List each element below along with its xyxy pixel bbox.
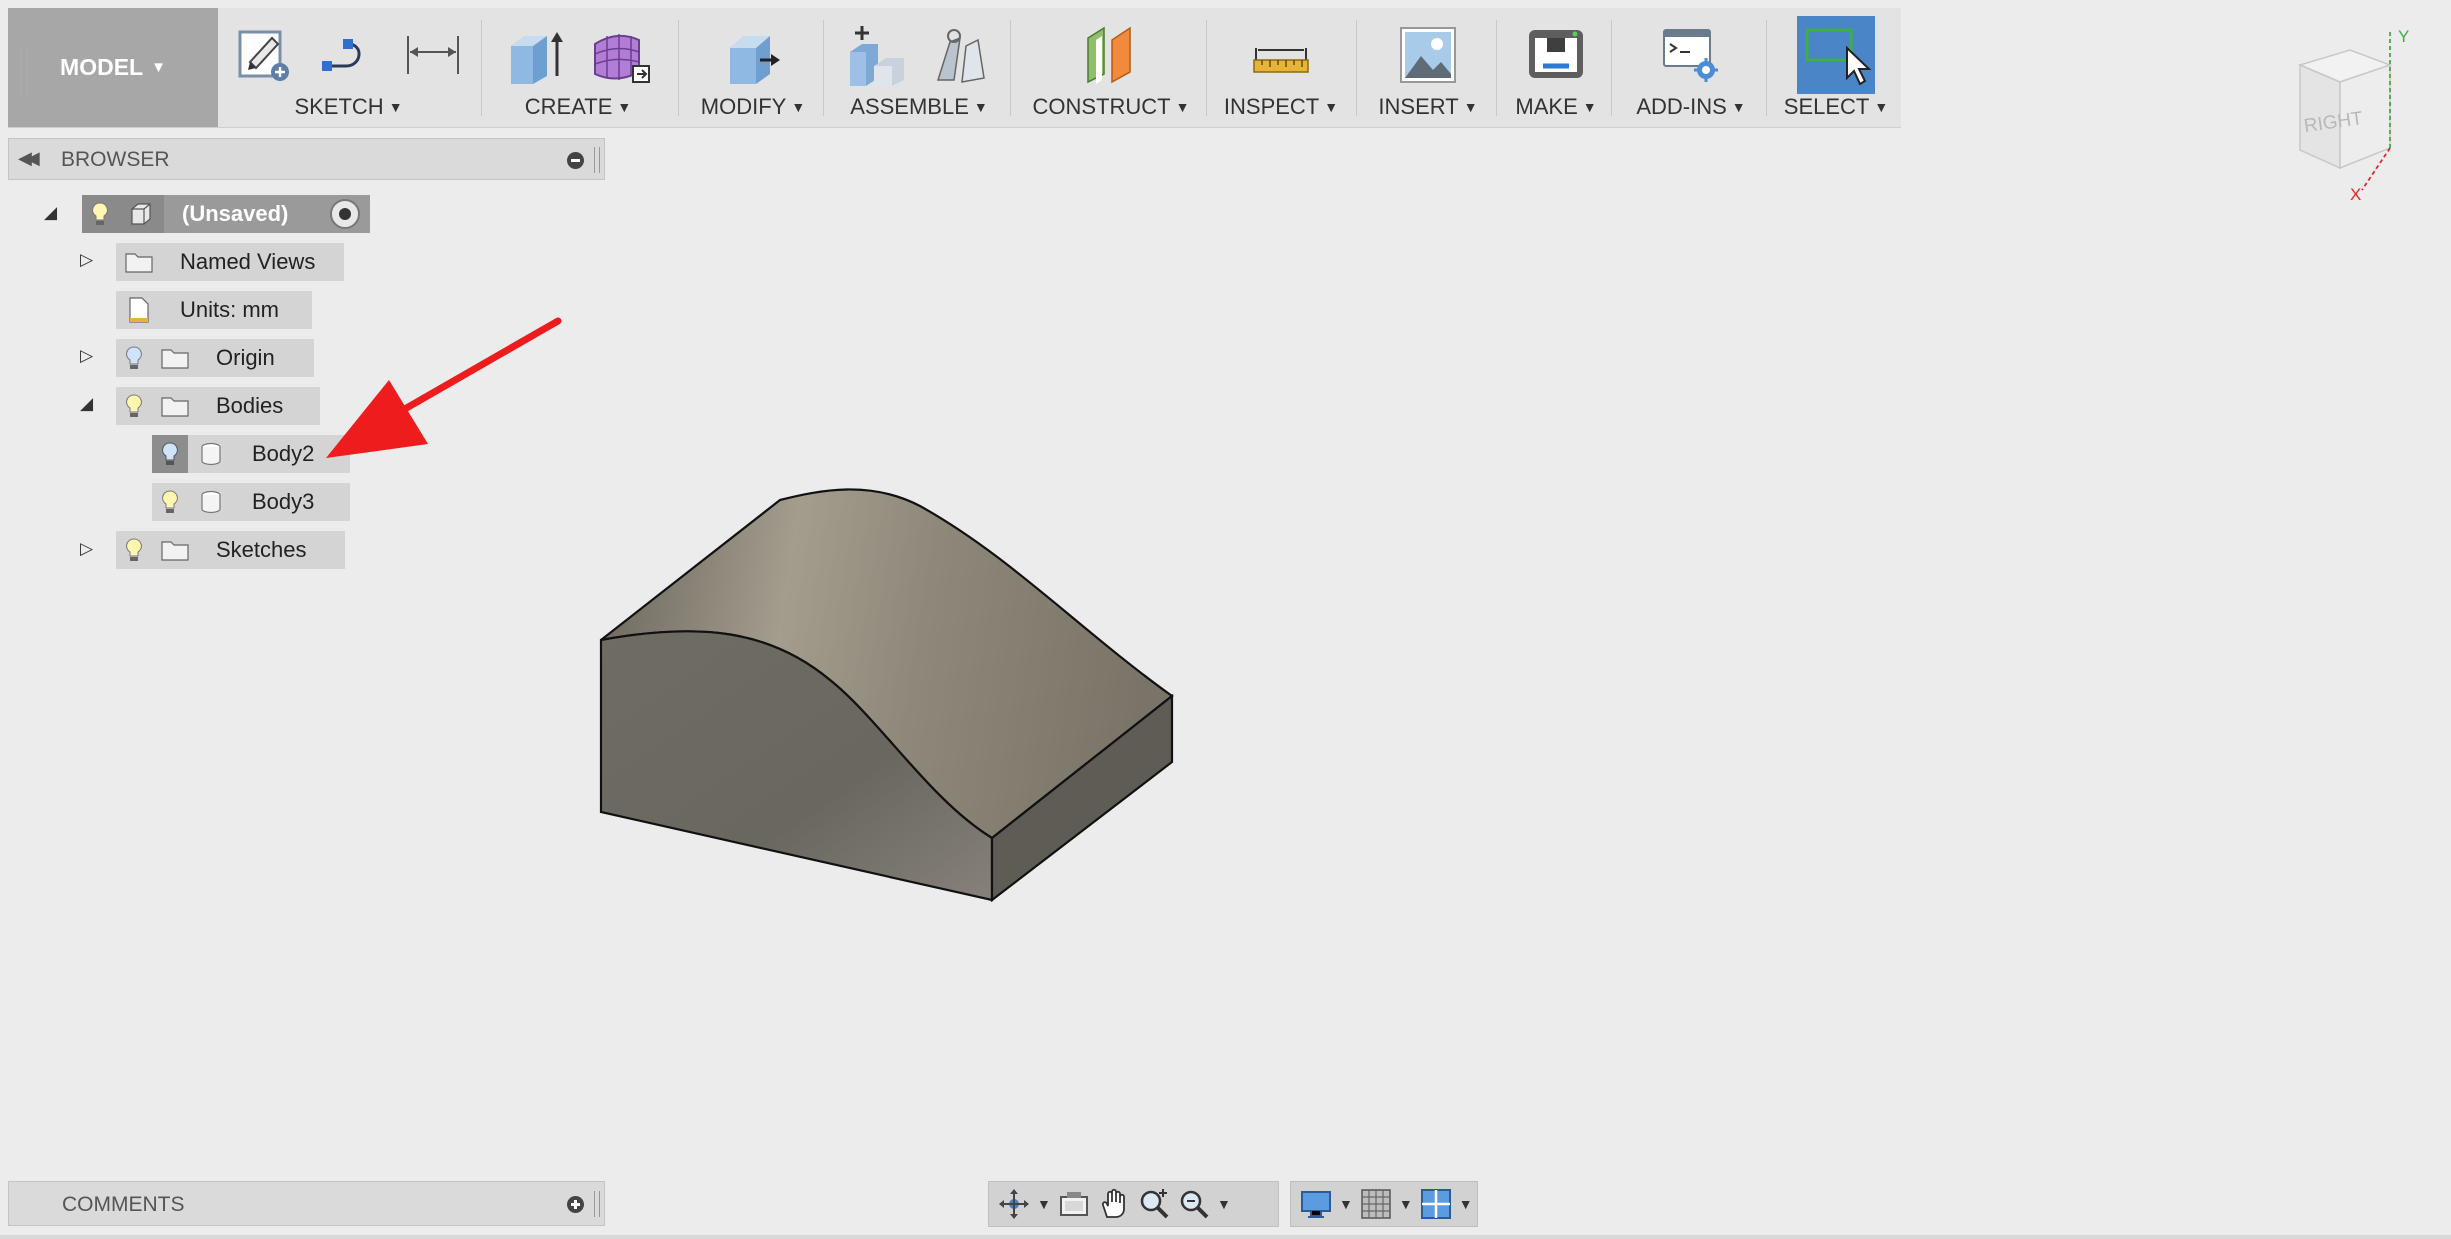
axis-x-label: X — [2350, 185, 2361, 204]
panel-pin-icon[interactable] — [594, 1191, 600, 1217]
chevron-down-icon[interactable]: ▼ — [1339, 1196, 1353, 1212]
chevron-down-icon[interactable]: ▼ — [1459, 1196, 1473, 1212]
model-canvas[interactable] — [0, 0, 2451, 1239]
display-settings-icon[interactable] — [1299, 1187, 1333, 1221]
body2-solid[interactable] — [599, 488, 1174, 903]
zoom-icon[interactable] — [1137, 1187, 1171, 1221]
chevron-down-icon[interactable]: ▼ — [1399, 1196, 1413, 1212]
comments-title: COMMENTS — [62, 1193, 185, 1216]
viewcube[interactable]: RIGHT Y X — [2270, 20, 2430, 210]
axis-y-label: Y — [2398, 27, 2409, 46]
comments-panel[interactable]: COMMENTS — [8, 1181, 605, 1226]
viewports-icon[interactable] — [1419, 1187, 1453, 1221]
orbit-icon[interactable] — [997, 1187, 1031, 1221]
pan-hand-icon[interactable] — [1097, 1187, 1131, 1221]
chevron-down-icon[interactable]: ▼ — [1217, 1196, 1231, 1212]
navigation-bar: ▼ ▼ — [988, 1181, 1279, 1227]
annotation-arrow — [326, 317, 562, 458]
chevron-down-icon[interactable]: ▼ — [1037, 1196, 1051, 1212]
grid-settings-icon[interactable] — [1359, 1187, 1393, 1221]
zoom-window-icon[interactable] — [1177, 1187, 1211, 1221]
look-at-icon[interactable] — [1057, 1187, 1091, 1221]
add-comment-icon[interactable] — [567, 1196, 584, 1213]
display-settings-bar: ▼ ▼ ▼ — [1290, 1181, 1478, 1227]
status-strip — [0, 1235, 2451, 1239]
